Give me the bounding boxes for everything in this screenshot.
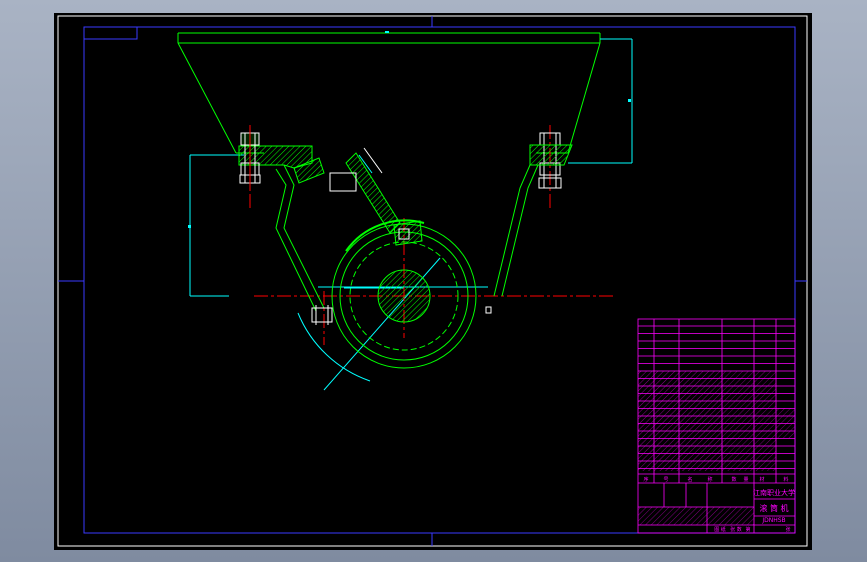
footer-label: 张 xyxy=(785,526,790,533)
dim-tick xyxy=(628,99,631,102)
bolt-lower-right xyxy=(485,306,492,314)
footer-label: 第 xyxy=(745,526,750,533)
right-arm xyxy=(493,164,539,297)
parts-list-hatch xyxy=(638,371,795,525)
drawing-number: JDNHSB xyxy=(761,517,785,524)
dim-tick xyxy=(188,225,191,228)
header-label: 序 xyxy=(643,476,648,483)
adjusting-screw xyxy=(329,147,401,234)
dimension-lines xyxy=(189,38,633,391)
frame-tab xyxy=(83,26,138,40)
header-label: 量 xyxy=(743,476,748,483)
right-bracket xyxy=(529,144,573,166)
left-arm xyxy=(238,145,325,312)
dim-tick xyxy=(385,31,389,33)
footer-label: 张 数 xyxy=(730,526,742,533)
cad-drawing: 江南职业大学 滚 筒 机 JDNHSB 序 号 名 称 数 量 材 料 图 纸 … xyxy=(57,15,808,547)
header-labels: 序 号 名 称 数 量 材 料 xyxy=(643,476,788,483)
bolt-lower-left xyxy=(311,305,333,325)
company-name: 江南职业大学 xyxy=(753,488,795,497)
header-label: 材 xyxy=(759,476,764,483)
footer-labels: 图 纸 张 数 第 张 xyxy=(714,526,790,533)
header-label: 数 xyxy=(731,476,736,483)
header-label: 料 xyxy=(783,476,788,483)
drawing-sheet: 江南职业大学 滚 筒 机 JDNHSB 序 号 名 称 数 量 材 料 图 纸 … xyxy=(54,13,812,550)
header-label: 称 xyxy=(707,476,712,483)
drum-assembly xyxy=(331,219,477,369)
header-label: 号 xyxy=(663,477,668,483)
footer-label: 图 纸 xyxy=(714,526,726,533)
drawing-name: 滚 筒 机 xyxy=(759,503,788,513)
header-label: 名 xyxy=(687,476,692,483)
